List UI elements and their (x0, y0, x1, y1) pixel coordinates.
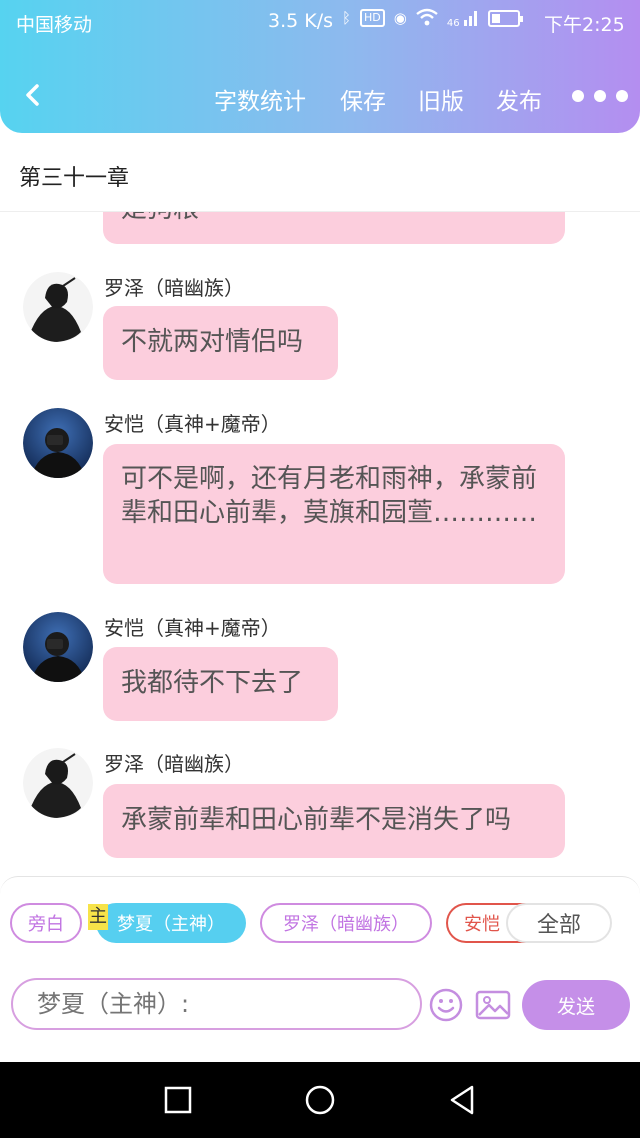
word-count-button[interactable]: 字数统计 (214, 82, 306, 116)
status-icons: ᛒ HD ◉ 46 (342, 8, 523, 29)
image-icon[interactable] (475, 990, 511, 1020)
all-roles-button[interactable]: 全部 (506, 903, 612, 943)
sender-name: 罗泽（暗幽族） (104, 752, 244, 776)
back-arrow-icon[interactable] (18, 80, 48, 110)
message-text: 是狗粮 (121, 212, 199, 224)
system-nav-bar (0, 1062, 640, 1138)
message-text: 我都待不下去了 (121, 668, 304, 698)
status-bar: 中国移动 3.5 K/s ᛒ HD ◉ 46 下午2:25 (0, 0, 640, 44)
top-bar: 中国移动 3.5 K/s ᛒ HD ◉ 46 下午2:25 字数统计 保存 旧版… (0, 0, 640, 133)
clock: 下午2:25 (544, 14, 625, 36)
sender-name: 安恺（真神+魔帝） (104, 412, 281, 436)
chat-area[interactable]: 是狗粮 罗泽（暗幽族） 不就两对情侣吗 安恺（真神+魔帝） 可不是啊，还有月老和… (0, 212, 640, 876)
emoji-icon[interactable] (429, 988, 463, 1022)
carrier-label: 中国移动 (16, 14, 93, 36)
back-triangle-icon[interactable] (448, 1084, 476, 1116)
message-input[interactable] (11, 978, 422, 1030)
avatar[interactable] (23, 612, 93, 682)
avatar[interactable] (23, 748, 93, 818)
main-role-tag: 主 (88, 904, 108, 930)
role-chip-narrator[interactable]: 旁白 (10, 903, 82, 943)
message-text: 承蒙前辈和田心前辈不是消失了吗 (121, 805, 512, 835)
chapter-title[interactable]: 第三十一章 (19, 160, 129, 192)
sender-name: 安恺（真神+魔帝） (104, 616, 281, 640)
battery-icon (487, 9, 523, 27)
message-bubble[interactable]: 可不是啊，还有月老和雨神，承蒙前辈和田心前辈，莫旗和园萱………… (103, 444, 565, 584)
network-speed: 3.5 K/s (268, 10, 334, 32)
signal-icon: 46 (446, 8, 479, 29)
bluetooth-icon: ᛒ (342, 9, 352, 27)
message-bubble[interactable]: 我都待不下去了 (103, 647, 338, 721)
message-bubble[interactable]: 是狗粮 (103, 212, 565, 244)
message-bubble[interactable]: 不就两对情侣吗 (103, 306, 338, 380)
chapter-header: 第三十一章 (0, 134, 640, 212)
home-icon[interactable] (304, 1084, 336, 1116)
wifi-icon (416, 8, 438, 28)
message-bubble[interactable]: 承蒙前辈和田心前辈不是消失了吗 (103, 784, 565, 858)
avatar[interactable] (23, 408, 93, 478)
network-type: 46 (446, 18, 460, 29)
recent-apps-icon[interactable] (164, 1086, 192, 1114)
avatar-dark-figure-icon (23, 272, 93, 342)
old-version-button[interactable]: 旧版 (418, 82, 464, 116)
send-button[interactable]: 发送 (522, 980, 630, 1030)
avatar[interactable] (23, 272, 93, 342)
sender-name: 罗泽（暗幽族） (104, 276, 244, 300)
avatar-camera-person-icon (23, 612, 93, 682)
save-button[interactable]: 保存 (340, 82, 386, 116)
eye-icon: ◉ (393, 9, 407, 27)
role-chip-mengxia[interactable]: 梦夏（主神） (96, 903, 246, 943)
message-text: 可不是啊，还有月老和雨神，承蒙前辈和田心前辈，莫旗和园萱………… (121, 464, 538, 528)
role-chip-luoze[interactable]: 罗泽（暗幽族） (260, 903, 432, 943)
avatar-dark-figure-icon (23, 748, 93, 818)
more-options-icon[interactable] (572, 90, 628, 102)
message-text: 不就两对情侣吗 (121, 327, 304, 357)
avatar-camera-person-icon (23, 408, 93, 478)
nav-bar: 字数统计 保存 旧版 发布 (0, 70, 640, 124)
publish-button[interactable]: 发布 (496, 82, 542, 116)
hd-icon: HD (360, 9, 385, 27)
